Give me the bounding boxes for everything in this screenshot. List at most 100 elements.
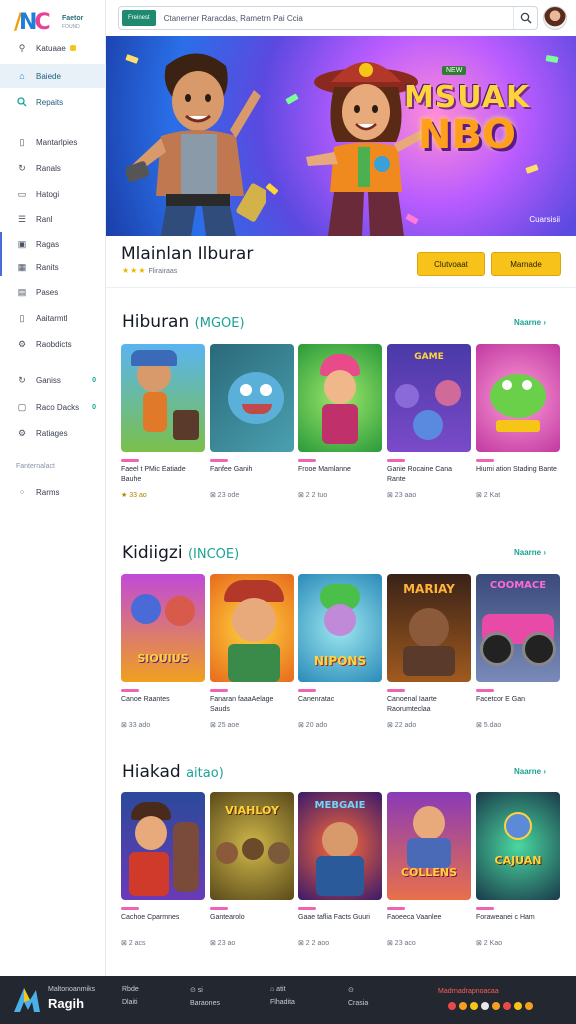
section-title: Hiakad aitao)	[122, 762, 224, 782]
sidebar-item-label: Mantarlpies	[36, 137, 78, 147]
footer-brand-name: Ragih	[48, 996, 85, 1011]
logo-text: Faetor	[62, 15, 84, 22]
hero-counter: Cuarsisii	[529, 215, 560, 224]
game-card[interactable]: COOMACE Facetcor E Gan ⊠ 5.dao	[476, 574, 560, 729]
sidebar-item-ranals[interactable]: ↻ Ranals	[0, 156, 106, 180]
game-card[interactable]: GAME Ganie Rocaine Cana Rante ⊠ 23 aao	[387, 344, 471, 499]
hero-banner[interactable]: NEW MSUAK NBO Cuarsisii	[106, 36, 576, 236]
sidebar-item-history[interactable]: ▭ Hatogi	[0, 182, 106, 206]
new-badge	[69, 45, 76, 51]
phone-icon: ▯	[19, 312, 25, 323]
game-card[interactable]: Frooe Mamlanne ⊠ 2 2 tuo	[298, 344, 382, 499]
sidebar-item-ranits[interactable]: ▦ Ranits	[0, 255, 106, 279]
game-thumbnail	[298, 344, 382, 452]
game-card[interactable]: Hiumi ation Stading Bante ⊠ 2 Kat	[476, 344, 560, 499]
game-thumbnail	[210, 344, 294, 452]
game-meta: ⊠ 2 Kat	[476, 492, 501, 499]
see-more-label: Naarne	[514, 318, 542, 327]
search-category-chip[interactable]: Freinest	[122, 10, 156, 26]
social-icon[interactable]	[470, 1002, 478, 1010]
sidebar-item-label: Ratiages	[36, 428, 68, 438]
sidebar-item-aaitarmtl[interactable]: ▯ Aaitarmtl	[0, 306, 106, 330]
social-icon[interactable]	[448, 1002, 456, 1010]
list-icon: ☰	[17, 213, 27, 224]
sidebar-item-marketplace[interactable]: ▯ Mantarlpies	[0, 130, 106, 154]
game-card[interactable]: Fanaran faaaAelage Sauds ⊠ 25 aoe	[210, 574, 294, 729]
footer-link[interactable]: Rbde Dlaiti	[122, 986, 139, 1006]
sidebar-item-store[interactable]: ⚲ Katuaae	[0, 36, 106, 60]
game-card[interactable]: Fanfee Ganih ⊠ 23 ode	[210, 344, 294, 499]
genre-pill	[210, 689, 228, 692]
see-more-link[interactable]: Naarne ›	[514, 548, 546, 557]
sidebar-item-label: Ranals	[36, 163, 61, 173]
search-input[interactable]: Ctanerner Raracdas, Rametrn Pai Ccia	[164, 14, 513, 23]
footer-link[interactable]: ⌂ atit Flhadita	[270, 986, 295, 1006]
footer-link-line1: ⊙	[348, 987, 354, 994]
game-meta: ⊠ 20 ado	[298, 722, 328, 729]
social-icon[interactable]	[481, 1002, 489, 1010]
game-card[interactable]: MEBGAIE Gaae taflia Facts Guuri ⊠ 2 2 ao…	[298, 792, 382, 947]
sidebar-item-label: Katuaae	[36, 43, 66, 53]
sidebar-item-raobdicts[interactable]: ⚙ Raobdicts	[0, 332, 106, 356]
gear-icon: ⚙	[17, 338, 27, 349]
sidebar-item-ratiages[interactable]: ⚙ Ratiages	[0, 421, 106, 445]
game-thumbnail	[476, 344, 560, 452]
game-thumbnail: NIPONS	[298, 574, 382, 682]
sidebar-item-search[interactable]: Repaits	[0, 90, 106, 114]
sidebar-item-label: Aaitarmtl	[36, 313, 68, 323]
game-card[interactable]: CAJUAN Foraweanei c Ham ⊠ 2 Kao	[476, 792, 560, 947]
social-icon[interactable]	[459, 1002, 467, 1010]
secondary-action-button[interactable]: Marnade	[491, 252, 561, 276]
search-bar[interactable]: Freinest Ctanerner Raracdas, Rametrn Pai…	[118, 6, 538, 30]
top-bar: Freinest Ctanerner Raracdas, Rametrn Pai…	[106, 0, 576, 36]
footer: Maltonoanmiks Ragih Rbde Dlaiti ⊙ si Bar…	[0, 976, 576, 1024]
see-more-link[interactable]: Naarne ›	[514, 318, 546, 327]
game-card[interactable]: Faeel t PMic Eatiade Bauhe ★ 33 ao	[121, 344, 205, 499]
social-icon[interactable]	[514, 1002, 522, 1010]
refresh-icon: ↻	[18, 162, 26, 173]
game-name: Facetcor E Gan	[476, 696, 526, 703]
section-title-text: Hiburan	[122, 312, 190, 332]
see-more-link[interactable]: Naarne ›	[514, 767, 546, 776]
sidebar-item-raco-dacks[interactable]: ▢ Raco Dacks 0	[0, 395, 106, 419]
game-thumbnail: COOMACE	[476, 574, 560, 682]
game-thumbnail	[121, 344, 205, 452]
section-title: Hiburan (MGOE)	[122, 312, 245, 332]
genre-pill	[210, 459, 228, 462]
search-icon[interactable]	[513, 7, 537, 29]
footer-link[interactable]: ⊙ si Baraones	[190, 986, 220, 1007]
sidebar-item-home[interactable]: ⌂ Baiede	[0, 64, 106, 88]
see-more-label: Naarne	[514, 767, 542, 776]
genre-pill	[298, 459, 316, 462]
circle-icon: ○	[19, 488, 25, 496]
user-avatar[interactable]	[543, 6, 567, 30]
sidebar-item-ragas[interactable]: ▣ Ragas	[0, 232, 106, 256]
confetti-decoration	[285, 93, 299, 105]
section-subtitle: aitao)	[186, 766, 224, 781]
game-thumbnail: MARIAY	[387, 574, 471, 682]
game-card[interactable]: NIPONS Canenratac ⊠ 20 ado	[298, 574, 382, 729]
game-card[interactable]: COLLENS Faoeeca Vaanlee ⊠ 23 aco	[387, 792, 471, 947]
footer-link[interactable]: ⊙ Crasia	[348, 986, 368, 1007]
game-thumbnail	[210, 574, 294, 682]
footer-social-icons	[448, 1002, 533, 1010]
genre-pill	[387, 689, 405, 692]
sidebar-item-ganiss[interactable]: ↻ Ganiss 0	[0, 368, 106, 392]
game-card[interactable]: VIAHLOY Gantearolo ⊠ 23 ao	[210, 792, 294, 947]
game-meta: ⊠ 22 ado	[387, 722, 417, 729]
game-meta: ⊠ 2 2 tuo	[298, 492, 328, 499]
primary-action-button[interactable]: Clutvoaat	[417, 252, 485, 276]
social-icon[interactable]	[492, 1002, 500, 1010]
social-icon[interactable]	[503, 1002, 511, 1010]
sidebar-item-rarms[interactable]: ○ Rarms	[0, 480, 106, 504]
game-card[interactable]: SIOUIUS Canoe Raantes ⊠ 33 ado	[121, 574, 205, 729]
sidebar-item-ranl[interactable]: ☰ Ranl	[0, 207, 106, 231]
sidebar-item-label: Ranits	[36, 262, 59, 272]
sidebar-item-pases[interactable]: ▤ Pases	[0, 280, 106, 304]
game-thumbnail: SIOUIUS	[121, 574, 205, 682]
game-meta: ⊠ 23 ao	[210, 940, 236, 947]
game-card[interactable]: MARIAY Canoenal Iaarte Raorumteclaa ⊠ 22…	[387, 574, 471, 729]
social-icon[interactable]	[525, 1002, 533, 1010]
hero-title: MSUAK NBO	[392, 80, 542, 155]
game-card[interactable]: Cachoe Cparmnes ⊠ 2 acs	[121, 792, 205, 947]
